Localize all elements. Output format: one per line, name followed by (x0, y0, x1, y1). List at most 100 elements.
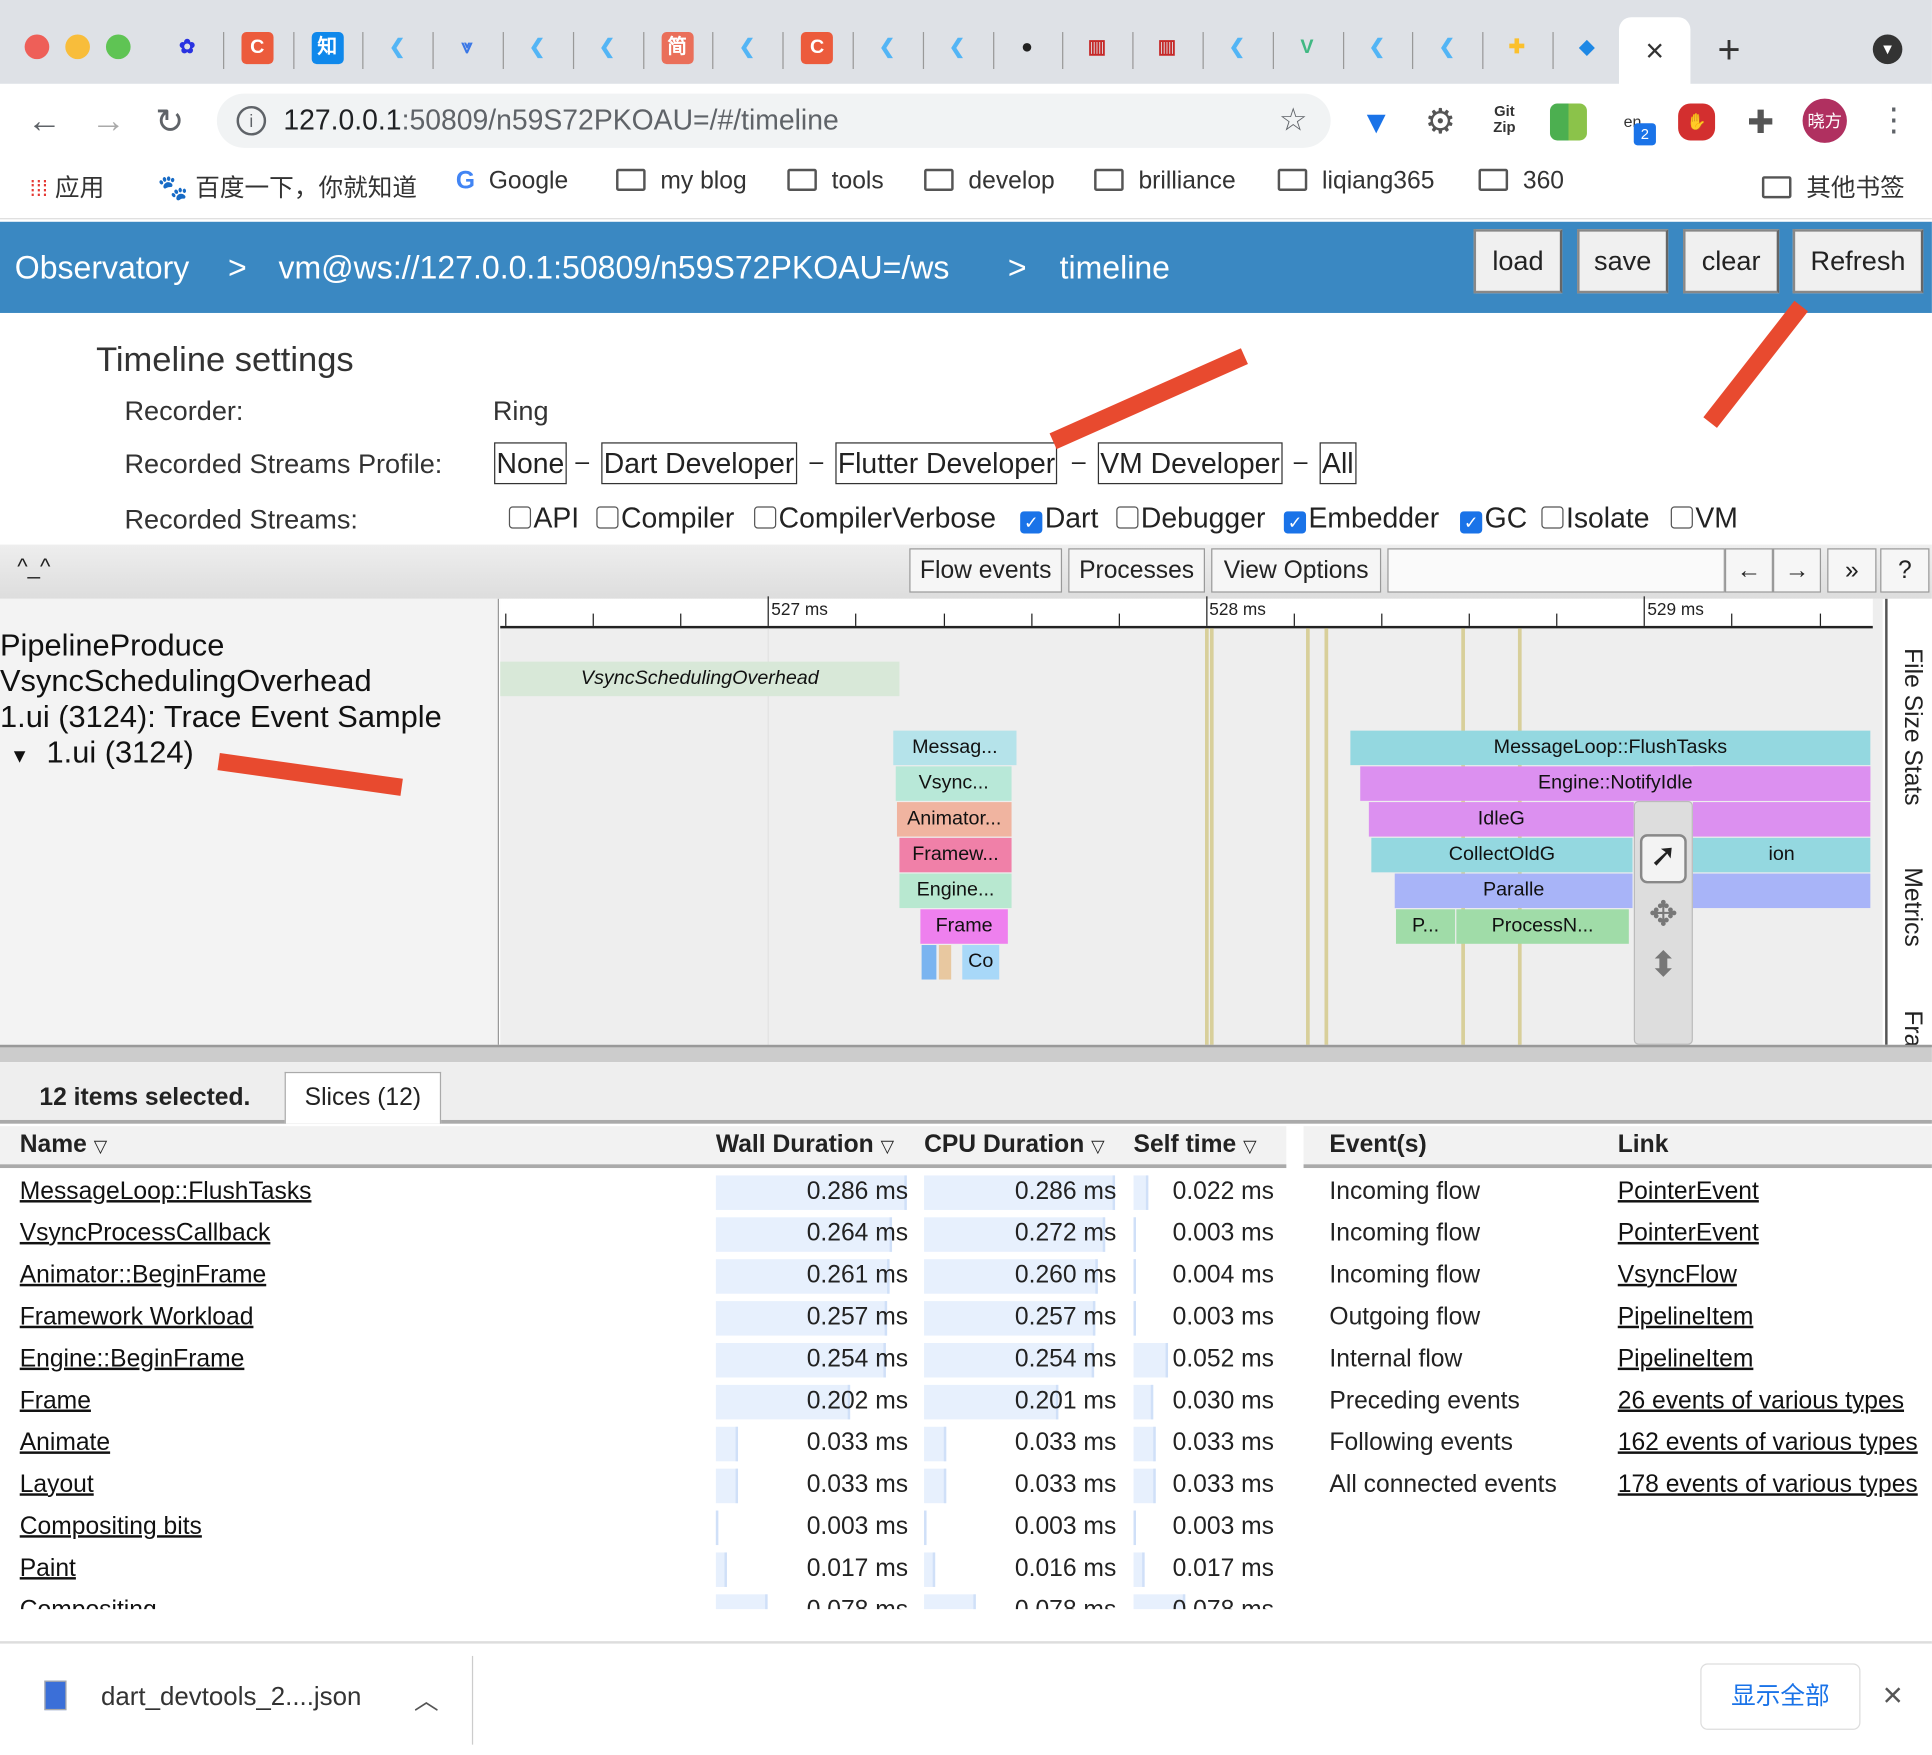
trace-slice[interactable] (1692, 873, 1871, 909)
bookmark-apps[interactable]: ⁞⁞⁞ 应用 (30, 168, 105, 204)
table-row[interactable]: Compositing bits 0.003 ms 0.003 ms 0.003 ms (0, 1508, 1932, 1550)
slice-name-link[interactable]: Paint (20, 1555, 76, 1583)
profile-avatar[interactable]: 晓方 (1802, 98, 1847, 143)
extension-gear-icon[interactable]: ⚙ (1422, 103, 1459, 140)
crumb-vm[interactable]: vm@ws://127.0.0.1:50809/n59S72PKOAU=/ws (278, 249, 949, 287)
flutter-tab-icon[interactable]: ❮ (731, 32, 763, 64)
slice-name-link[interactable]: Compositing bits (20, 1513, 202, 1541)
column-cpu-duration[interactable]: CPU Duration ▽ (924, 1131, 1104, 1159)
checkbox-unchecked-icon[interactable] (754, 506, 777, 529)
sort-icon[interactable]: ▽ (94, 1136, 107, 1156)
column-self-time[interactable]: Self time ▽ (1134, 1131, 1257, 1159)
event-link[interactable]: PipelineItem (1618, 1345, 1754, 1373)
bookmark-star-icon[interactable]: ☆ (1279, 101, 1308, 139)
url-text[interactable]: 127.0.0.1:50809/n59S72PKOAU=/#/timeline (283, 103, 838, 136)
slice-name-link[interactable]: MessageLoop::FlushTasks (20, 1178, 312, 1206)
find-input[interactable] (1387, 548, 1725, 593)
tab-metrics[interactable]: Metrics (1897, 867, 1926, 946)
slice-name-link[interactable]: Framework Workload (20, 1304, 254, 1332)
flutter-tab-icon[interactable]: ❮ (591, 32, 623, 64)
event-link[interactable]: PointerEvent (1618, 1220, 1759, 1248)
trace-slice[interactable]: IdleG (1368, 802, 1634, 837)
stream-checkbox-dart[interactable]: ✓ Dart (1020, 501, 1098, 534)
trace-slice[interactable]: Animator... (896, 802, 1012, 837)
flutter-tab-icon[interactable]: ❮ (521, 32, 553, 64)
flutter-tab-icon[interactable]: ❮ (941, 32, 973, 64)
checkbox-unchecked-icon[interactable] (596, 506, 619, 529)
pan-mode-icon[interactable]: ✥ (1635, 893, 1692, 934)
crumb-observatory[interactable]: Observatory (15, 249, 189, 287)
bookmark-folder[interactable]: liqiang365 (1277, 168, 1434, 196)
checkbox-unchecked-icon[interactable] (1116, 506, 1139, 529)
find-next-button[interactable]: → (1772, 548, 1822, 593)
info-icon[interactable]: i (236, 105, 267, 136)
trace-slice[interactable]: ion (1692, 837, 1871, 873)
select-mode-icon[interactable]: ➚ (1639, 834, 1687, 884)
trace-slice[interactable]: Paralle (1394, 873, 1633, 909)
bookmark-google[interactable]: G Google (456, 168, 568, 196)
trace-slice[interactable]: Engine... (899, 873, 1012, 909)
flutter-tab-icon[interactable]: ❮ (1221, 32, 1253, 64)
bookmark-folder[interactable]: develop (924, 168, 1055, 196)
checkbox-unchecked-icon[interactable] (1541, 506, 1564, 529)
menu-icon[interactable]: ⋮ (1878, 101, 1910, 139)
maximize-window-button[interactable] (105, 34, 131, 60)
profile-vm-developer-button[interactable]: VM Developer (1097, 442, 1283, 485)
vue-tab-icon[interactable]: V (1291, 32, 1323, 64)
trace-slice[interactable]: P... (1395, 909, 1456, 944)
tab-file-size-stats[interactable]: File Size Stats (1897, 648, 1926, 805)
checkbox-unchecked-icon[interactable] (1670, 506, 1693, 529)
trace-slice[interactable] (921, 945, 937, 980)
stream-checkbox-vm[interactable]: VM (1670, 501, 1738, 534)
bookmark-folder[interactable]: brilliance (1094, 168, 1236, 196)
new-tab-button[interactable]: + (1718, 27, 1741, 73)
extensions-puzzle-icon[interactable]: ✚ (1742, 103, 1779, 140)
close-download-bar-icon[interactable]: × (1883, 1676, 1903, 1715)
slice-name-link[interactable]: Compositing (20, 1597, 157, 1609)
stream-checkbox-embedder[interactable]: ✓ Embedder (1283, 501, 1439, 534)
csdn-c-tab-icon[interactable]: C (801, 32, 834, 65)
close-tab-icon[interactable]: × (1645, 32, 1664, 69)
bookmark-other[interactable]: 其他书签 (1761, 168, 1905, 204)
profile-dart-developer-button[interactable]: Dart Developer (601, 442, 797, 485)
slice-name-link[interactable]: Frame (20, 1387, 91, 1415)
event-link[interactable]: 26 events of various types (1618, 1387, 1904, 1415)
column-wall-duration[interactable]: Wall Duration ▽ (716, 1131, 894, 1159)
slice-name-link[interactable]: VsyncProcessCallback (20, 1220, 271, 1248)
mouse-mode-selector[interactable]: ➚ ✥ ⬍ (1633, 800, 1693, 1045)
show-all-button[interactable]: 显示全部 (1700, 1663, 1861, 1730)
extension-qr-icon[interactable] (1549, 103, 1587, 141)
event-link[interactable]: 178 events of various types (1618, 1471, 1918, 1499)
crumb-timeline[interactable]: timeline (1060, 249, 1170, 287)
extension-funnel-icon[interactable]: ▼ (1358, 103, 1395, 140)
trace-slice[interactable]: MessageLoop::FlushTasks (1350, 730, 1871, 766)
trace-slice[interactable]: Framew... (899, 837, 1012, 873)
clear-button[interactable]: clear (1683, 229, 1780, 294)
profile-none-button[interactable]: None (494, 442, 567, 485)
profile-flutter-developer-button[interactable]: Flutter Developer (835, 442, 1058, 485)
download-tab-icon[interactable]: ⩔ (451, 32, 483, 64)
trace-slice[interactable]: Vsync... (895, 766, 1012, 801)
view-options-button[interactable]: View Options (1211, 548, 1382, 593)
back-icon[interactable]: ← (27, 101, 61, 140)
column-name[interactable]: Name ▽ (20, 1131, 107, 1159)
tab-frame[interactable]: Fra (1897, 1010, 1926, 1047)
jianshu-tab-icon[interactable]: 简 (661, 32, 694, 65)
stream-checkbox-compilerverbose[interactable]: CompilerVerbose (754, 501, 996, 534)
forward-icon[interactable]: → (91, 101, 125, 140)
stream-checkbox-compiler[interactable]: Compiler (596, 501, 734, 534)
flutter-tab-icon[interactable]: ❮ (1431, 32, 1463, 64)
flutter-tab-icon[interactable]: ❮ (381, 32, 413, 64)
trace-slice[interactable]: CollectOldG (1371, 837, 1633, 873)
download-item[interactable]: dart_devtools_2....json (101, 1683, 361, 1713)
sort-icon[interactable]: ▽ (881, 1136, 894, 1156)
tab-search-icon[interactable]: ▼ (1872, 34, 1903, 65)
dart-tab-icon[interactable]: ◆ (1571, 32, 1603, 64)
stream-checkbox-isolate[interactable]: Isolate (1541, 501, 1649, 534)
bookmark-folder[interactable]: 360 (1478, 168, 1564, 196)
checkbox-checked-icon[interactable]: ✓ (1283, 511, 1307, 534)
panel-splitter[interactable] (0, 1044, 1932, 1063)
slice-name-link[interactable]: Engine::BeginFrame (20, 1345, 245, 1373)
event-link[interactable]: PipelineItem (1618, 1304, 1754, 1332)
save-button[interactable]: save (1577, 229, 1669, 294)
